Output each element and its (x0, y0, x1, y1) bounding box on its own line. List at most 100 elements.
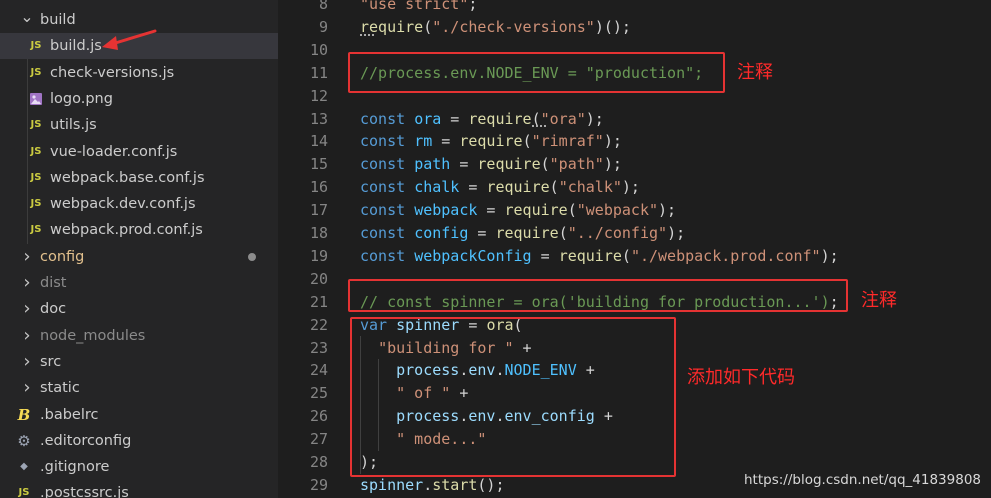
tree-item-label: logo.png (50, 90, 113, 107)
file-item[interactable]: ◆ .gitignore (0, 454, 278, 480)
code-token: const (360, 178, 415, 197)
code-token: ); (621, 178, 640, 197)
code-token: require (504, 201, 568, 220)
highlight-box-lines-22-28 (350, 317, 676, 477)
folder-item[interactable]: › node_modules (0, 323, 278, 349)
line-number: 19 (309, 246, 328, 265)
file-item[interactable]: JS webpack.prod.conf.js (0, 217, 278, 243)
folder-item[interactable]: › static (0, 375, 278, 401)
code-token: )(); (594, 17, 631, 36)
annotation-comment-1: 注释 (737, 62, 773, 83)
file-item[interactable]: ⚙ .editorconfig (0, 428, 278, 454)
code-token: ( (540, 155, 550, 174)
file-item[interactable]: logo.png (0, 86, 278, 112)
highlight-box-line-11 (348, 52, 725, 93)
line-number: 26 (309, 407, 328, 426)
folder-item[interactable]: › doc (0, 296, 278, 322)
code-text: const ora = require("ora"); (360, 108, 604, 131)
js-file-icon: JS (30, 66, 42, 78)
code-token: ); (585, 109, 604, 128)
code-token: = (441, 109, 469, 128)
file-item[interactable]: JS .postcssrc.js (0, 480, 278, 498)
code-token: ); (658, 201, 677, 220)
code-line[interactable]: 19 const webpackConfig = require("./webpa… (278, 245, 991, 268)
file-item[interactable]: JS vue-loader.conf.js (0, 139, 278, 165)
code-token: rm (414, 132, 433, 151)
code-token: require (495, 224, 559, 242)
code-token: webpack (414, 201, 478, 220)
js-file-icon: JS (30, 40, 42, 52)
tree-item-label: .babelrc (40, 406, 99, 423)
tree-item-label: .gitignore (40, 459, 110, 476)
folder-item[interactable]: › config (0, 244, 278, 270)
code-token: ( (522, 132, 532, 151)
code-line[interactable]: 8 "use strict"; (278, 0, 991, 16)
code-token: const (360, 246, 415, 265)
line-number: 29 (309, 475, 328, 494)
line-number: 18 (309, 224, 328, 242)
tree-item-label: utils.js (50, 117, 97, 134)
line-number: 17 (309, 201, 328, 220)
code-token: start (432, 475, 478, 494)
babel-file-icon: B (17, 405, 31, 424)
hint-dots (360, 33, 374, 36)
code-token: = (468, 224, 496, 242)
code-token: ); (603, 155, 622, 174)
code-token: path (414, 155, 451, 174)
code-line[interactable]: 13 const ora = require("ora"); (278, 108, 991, 131)
code-line[interactable]: 15 const path = require("path"); (278, 153, 991, 176)
code-token: = (432, 132, 460, 151)
code-text: "use strict"; (360, 0, 477, 16)
code-token: "./check-versions" (432, 17, 595, 36)
red-arrow-annotation (102, 29, 157, 50)
chevron-right-icon: › (23, 272, 31, 293)
highlight-box-line-21 (348, 279, 848, 312)
code-text: spinner.start(); (360, 474, 505, 497)
folder-item[interactable]: › dist (0, 270, 278, 296)
tree-item-label: dist (40, 275, 67, 291)
code-token: (); (477, 475, 505, 494)
code-token: const (360, 201, 415, 220)
code-token: require (468, 109, 532, 128)
image-file-icon (28, 86, 44, 112)
code-token: webpackConfig (414, 246, 532, 265)
code-text: const webpackConfig = require("./webpack… (360, 245, 839, 268)
line-number: 28 (309, 453, 328, 471)
tree-item-label: build.js (50, 38, 102, 55)
code-token: const (360, 224, 415, 242)
code-line[interactable]: 14 const rm = require("rimraf"); (278, 130, 991, 153)
code-line[interactable]: 16 const chalk = require("chalk"); (278, 176, 991, 199)
code-token: spinner (360, 475, 424, 494)
code-token: "chalk" (558, 178, 622, 197)
file-item[interactable]: JS check-versions.js (0, 60, 278, 86)
tree-item-label: webpack.dev.conf.js (50, 196, 196, 213)
line-number: 12 (309, 86, 328, 105)
code-token: require (558, 246, 622, 265)
line-number: 22 (309, 315, 328, 334)
code-line[interactable]: 17 const webpack = require("webpack"); (278, 199, 991, 222)
file-item[interactable]: JS webpack.base.conf.js (0, 165, 278, 191)
code-text: require("./check-versions")(); (360, 16, 631, 39)
code-token: = (531, 246, 559, 265)
code-editor[interactable]: 8 "use strict"; 9 require("./check-versions… (278, 0, 991, 498)
code-token: = (477, 201, 505, 220)
tree-item-label: check-versions.js (50, 64, 175, 81)
code-token: ora (414, 109, 442, 128)
code-text: const path = require("path"); (360, 153, 622, 176)
code-token: . (423, 475, 433, 494)
file-item[interactable]: B .babelrc (0, 402, 278, 428)
js-file-icon: JS (30, 224, 42, 236)
code-token: ( (621, 246, 631, 265)
line-number: 21 (309, 292, 328, 311)
line-number: 13 (309, 109, 328, 128)
folder-item[interactable]: › src (0, 349, 278, 375)
tree-item-label: config (40, 248, 85, 265)
file-item[interactable]: JS webpack.dev.conf.js (0, 191, 278, 217)
line-number: 25 (309, 384, 328, 403)
code-line[interactable]: 18 const config = require("../config"); (278, 222, 991, 245)
code-line[interactable]: 9 require("./check-versions")(); (278, 16, 991, 39)
code-token: ; (468, 0, 478, 13)
annotation-comment-2: 注释 (861, 290, 897, 311)
js-file-icon: JS (30, 171, 42, 183)
file-item[interactable]: JS utils.js (0, 112, 278, 138)
